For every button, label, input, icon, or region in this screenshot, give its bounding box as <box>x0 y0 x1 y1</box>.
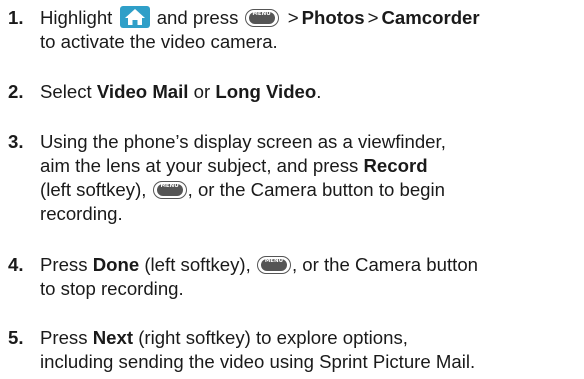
step-text-segment: Highlight <box>40 7 113 28</box>
step-line: to activate the video camera. <box>40 31 278 52</box>
option-video-mail: Video Mail <box>96 81 189 102</box>
step-text: Press Next (right softkey) to explore op… <box>40 326 584 374</box>
step-line: Press Done (left softkey), MENU, or the … <box>40 253 584 277</box>
path-separator: > <box>367 7 379 28</box>
home-key-icon <box>119 6 150 28</box>
softkey-done: Done <box>92 254 140 275</box>
step-text-segment: . <box>316 81 322 102</box>
step-text-segment: Select <box>40 81 92 102</box>
step-text-segment: aim the lens at your subject, and press <box>40 155 359 176</box>
step-line: Highlight and press MENU > Photos > Camcord… <box>40 6 584 30</box>
menu-ok-key-icon: MENU <box>256 256 291 274</box>
step-number: 4. <box>8 254 24 275</box>
step-text-segment: Press <box>40 254 88 275</box>
step-line: (left softkey), MENU, or the Camera butt… <box>40 178 584 202</box>
menu-item-photos: Photos <box>301 7 365 28</box>
menu-item-camcorder: Camcorder <box>381 7 480 28</box>
step-text-segment: (right softkey) to explore options, <box>138 327 408 348</box>
menu-ok-key-icon: MENU <box>244 9 279 27</box>
softkey-next: Next <box>92 327 134 348</box>
step-number: 1. <box>8 7 24 28</box>
step-line: aim the lens at your subject, and press … <box>40 154 584 178</box>
step-text-segment: Press <box>40 327 88 348</box>
step-number: 5. <box>8 327 24 348</box>
step-text-segment: , or the Camera button to begin <box>187 179 445 200</box>
step-text-segment: and press <box>156 7 239 28</box>
step-text: Highlight and press MENU > Photos > Camcord… <box>40 6 584 54</box>
step-text: Select Video Mail or Long Video. <box>40 80 584 104</box>
step-text-segment: or <box>193 81 211 102</box>
step-line: Using the phone’s display screen as a vi… <box>40 131 446 152</box>
step-line: Select Video Mail or Long Video. <box>40 80 584 104</box>
step-number: 2. <box>8 81 24 102</box>
path-separator: > <box>287 7 299 28</box>
softkey-record: Record <box>363 155 428 176</box>
step-line: Press Next (right softkey) to explore op… <box>40 326 584 350</box>
step-text-segment: (left softkey), <box>40 179 147 200</box>
step-text-segment: , or the Camera button <box>291 254 479 275</box>
option-long-video: Long Video <box>215 81 317 102</box>
step-text: Press Done (left softkey), MENU, or the … <box>40 253 584 301</box>
menu-ok-key-icon: MENU <box>152 181 187 199</box>
step-text-segment: (left softkey), <box>144 254 251 275</box>
step-text: Using the phone’s display screen as a vi… <box>40 130 584 226</box>
step-line: including sending the video using Sprint… <box>40 351 476 372</box>
step-line: to stop recording. <box>40 278 184 299</box>
step-number: 3. <box>8 131 24 152</box>
step-line: recording. <box>40 203 123 224</box>
